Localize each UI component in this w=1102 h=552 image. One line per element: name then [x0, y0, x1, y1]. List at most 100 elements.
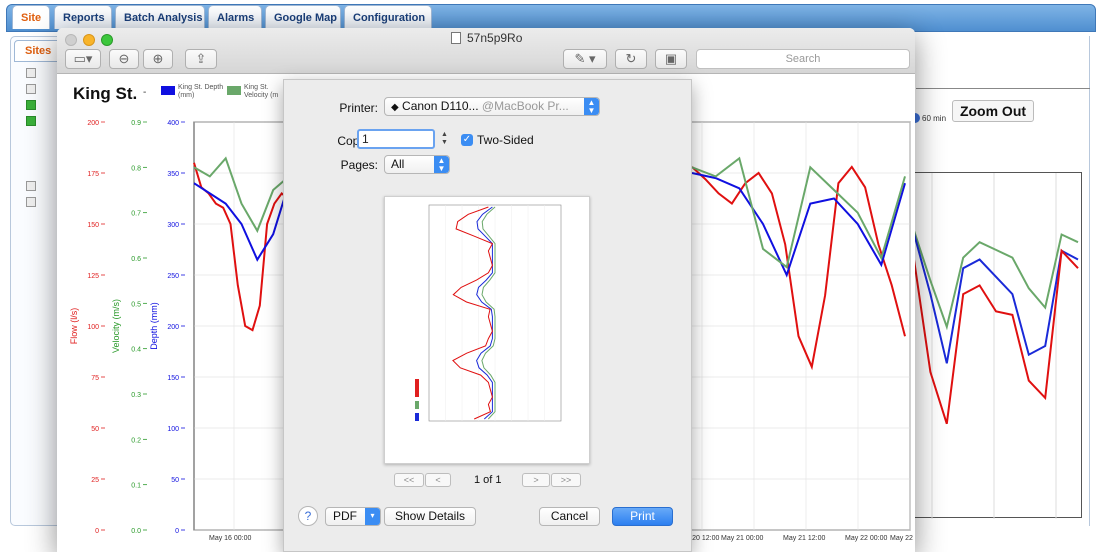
- pdf-label: PDF: [333, 509, 357, 523]
- sidebar-toggle-icon[interactable]: ▭▾: [65, 49, 101, 69]
- x-tick-label: May 16 00:00: [209, 535, 252, 542]
- tree-row[interactable]: [18, 196, 58, 208]
- series-line: [691, 165, 906, 371]
- tree-checkbox-checked[interactable]: [26, 115, 36, 126]
- background-chart-frame: [910, 172, 1082, 519]
- y-tick-label: 200: [167, 324, 179, 331]
- zoom-in-icon[interactable]: ⊕: [143, 49, 173, 69]
- x-tick-label: May 22 00:00: [845, 535, 888, 542]
- tree-row[interactable]: [18, 115, 58, 127]
- printer-select[interactable]: ◆ Canon D110... @MacBook Pr... ▲ ▼: [384, 97, 600, 116]
- two-sided-label: Two-Sided: [477, 133, 534, 147]
- markup-pen-icon[interactable]: ✎ ▾: [563, 49, 607, 69]
- tab-batch-analysis[interactable]: Batch Analysis: [115, 5, 205, 29]
- y-tick-label: 0.9: [131, 120, 141, 127]
- minimize-window-icon[interactable]: [83, 34, 95, 46]
- page-preview-thumbnail: [384, 196, 590, 464]
- tab-reports[interactable]: Reports: [54, 5, 112, 29]
- tab-alarms[interactable]: Alarms: [208, 5, 262, 29]
- tree-checkbox[interactable]: [26, 180, 36, 191]
- next-page-button[interactable]: >: [522, 473, 550, 487]
- y-tick-label: 50: [171, 477, 179, 484]
- y-tick-label: 400: [167, 120, 179, 127]
- toolbox-icon[interactable]: ▣: [655, 49, 687, 69]
- share-icon[interactable]: ⇪: [185, 49, 217, 69]
- zoom-out-icon[interactable]: ⊖: [109, 49, 139, 69]
- y-tick-label: 0.8: [131, 165, 141, 172]
- y-tick-label: 0.1: [131, 483, 141, 490]
- zoom-out-button[interactable]: Zoom Out: [952, 100, 1034, 122]
- y-tick-label: 50: [91, 426, 99, 433]
- x-tick-label: May 21 12:00: [783, 535, 826, 542]
- last-page-button[interactable]: >>: [551, 473, 581, 487]
- sites-tab[interactable]: Sites: [14, 40, 63, 62]
- page-indicator: 1 of 1: [474, 474, 502, 486]
- two-sided-checkbox[interactable]: ✓: [461, 134, 473, 146]
- y-tick-label: 0.3: [131, 392, 141, 399]
- tab-site[interactable]: Site: [12, 5, 50, 29]
- thumbnail-velocity-line: [481, 206, 496, 420]
- y-tick-label: 0: [175, 528, 179, 535]
- tree-checkbox[interactable]: [26, 67, 36, 78]
- first-page-button[interactable]: <<: [394, 473, 424, 487]
- chevron-down-icon: ▾: [365, 508, 380, 525]
- y-tick-label: 300: [167, 222, 179, 229]
- tree-checkbox[interactable]: [26, 83, 36, 94]
- y-tick-label: 0.6: [131, 256, 141, 263]
- tab-google-map[interactable]: Google Map: [265, 5, 341, 29]
- printer-name: Canon D110...: [402, 99, 479, 113]
- y-tick-label: 75: [91, 375, 99, 382]
- chevron-updown-icon: ▲ ▼: [584, 98, 599, 115]
- app-root: Site Reports Batch Analysis Alarms Googl…: [0, 0, 1102, 552]
- y-axis-label: Depth (mm): [149, 302, 159, 350]
- tree-row[interactable]: [18, 83, 58, 95]
- zoom-window-icon[interactable]: [101, 34, 113, 46]
- print-button[interactable]: Print: [612, 507, 673, 526]
- pages-label: Pages:: [340, 158, 378, 172]
- y-tick-label: 0.5: [131, 301, 141, 308]
- y-tick-label: 150: [87, 222, 99, 229]
- y-tick-label: 100: [167, 426, 179, 433]
- y-axis-label: Flow (l/s): [69, 308, 79, 345]
- cancel-button[interactable]: Cancel: [539, 507, 600, 526]
- copies-stepper[interactable]: ▲ ▼: [440, 131, 449, 149]
- copies-input[interactable]: 1: [357, 129, 435, 149]
- printer-host: @MacBook Pr...: [481, 99, 569, 113]
- y-tick-label: 0.2: [131, 437, 141, 444]
- window-titlebar: 57n5p9Ro ▭▾ ⊖ ⊕ ⇪ ✎ ▾ ↻ ▣ Search: [57, 28, 915, 74]
- y-tick-label: 100: [87, 324, 99, 331]
- close-window-icon[interactable]: [65, 34, 77, 46]
- tree-row[interactable]: [18, 180, 58, 192]
- y-tick-label: 200: [87, 120, 99, 127]
- printer-label: Printer:: [339, 101, 378, 115]
- y-tick-label: 0.7: [131, 211, 141, 218]
- y-tick-label: 0.4: [131, 347, 141, 354]
- y-axis-label: Velocity (m/s): [111, 299, 121, 353]
- y-tick-label: 25: [91, 477, 99, 484]
- pages-value: All: [391, 157, 405, 171]
- tree-checkbox[interactable]: [26, 196, 36, 207]
- rotate-icon[interactable]: ↻: [615, 49, 647, 69]
- pages-select[interactable]: All ▲ ▼: [384, 155, 450, 174]
- background-depth-line: [913, 233, 1079, 364]
- y-tick-label: 125: [87, 273, 99, 280]
- window-title: 57n5p9Ro: [467, 31, 523, 45]
- help-button[interactable]: ?: [298, 506, 318, 526]
- tab-configuration[interactable]: Configuration: [344, 5, 432, 29]
- printer-icon: ◆: [391, 102, 399, 113]
- tree-row[interactable]: [18, 67, 58, 79]
- tree-checkbox-checked[interactable]: [26, 99, 36, 110]
- divider: [916, 88, 1090, 89]
- previous-page-button[interactable]: <: [425, 473, 451, 487]
- thumbnail-flow-line: [452, 206, 494, 420]
- x-tick-label: May 21 00:00: [721, 535, 764, 542]
- y-tick-label: 250: [167, 273, 179, 280]
- y-tick-label: 175: [87, 171, 99, 178]
- series-line: [193, 182, 290, 262]
- search-input[interactable]: Search: [696, 49, 910, 69]
- show-details-button[interactable]: Show Details: [384, 507, 476, 526]
- chevron-updown-icon: ▲ ▼: [434, 156, 449, 173]
- background-chart: [913, 173, 1079, 519]
- pdf-menu-button[interactable]: PDF ▾: [325, 507, 381, 526]
- tree-row[interactable]: [18, 99, 58, 111]
